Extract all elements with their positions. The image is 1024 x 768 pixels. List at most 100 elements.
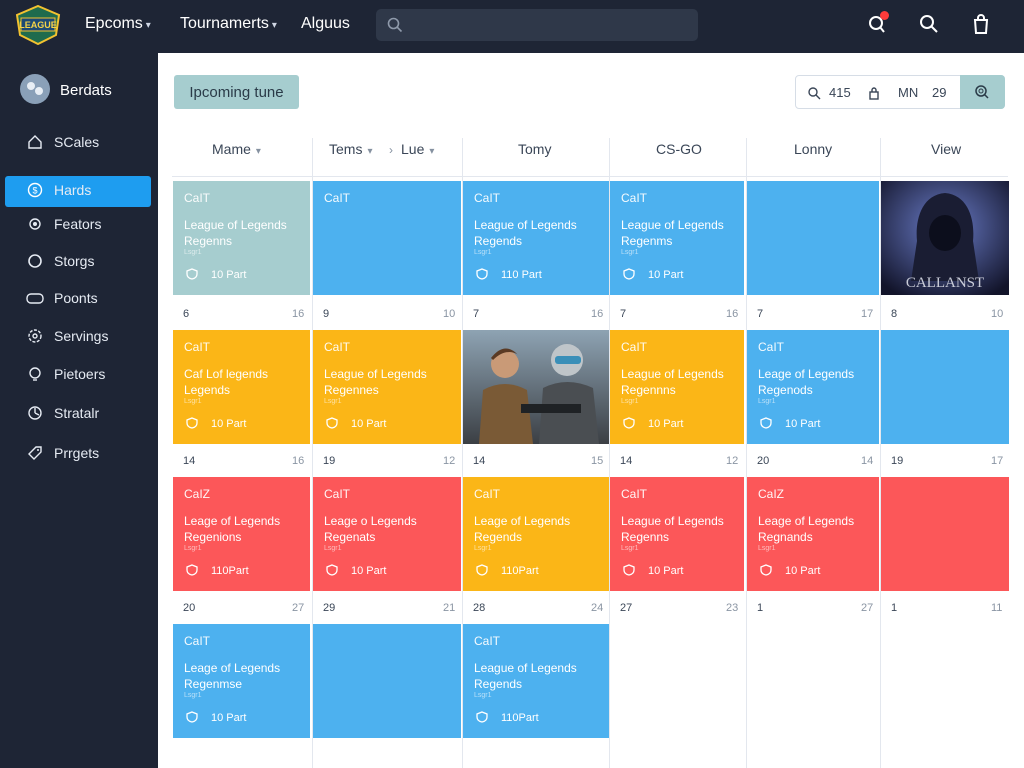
event-title: CaIT — [184, 634, 211, 648]
sidebar-item-prrgets[interactable]: Prrgets — [26, 441, 99, 465]
day-number-end: 14 — [861, 455, 874, 467]
avatar[interactable] — [20, 74, 50, 104]
event-region: Regenms — [621, 234, 673, 248]
day-number-end: 15 — [591, 455, 604, 467]
crown-icon — [623, 417, 635, 429]
sidebar-item-label: Stratalr — [54, 405, 100, 421]
event-image-soldiers[interactable] — [463, 330, 609, 444]
event-card[interactable]: CaIZ Leage of Legends Regenions Lsgr1 110Par… — [173, 477, 310, 591]
event-game: Caf Lof legends — [184, 367, 269, 381]
grid-line — [172, 176, 1008, 177]
sidebar-item-servings[interactable]: Servings — [26, 324, 108, 348]
event-card[interactable]: CaIT League of Legends Regennes Lsgr1 10 Par… — [313, 330, 461, 444]
day-number: 9 — [323, 308, 330, 320]
day-number-end: 16 — [292, 455, 305, 467]
event-region: Regenmse — [184, 677, 243, 691]
hooded-figure-image: CALLANST — [881, 181, 1009, 295]
day-number: 14 — [473, 455, 486, 467]
search-input[interactable] — [376, 9, 698, 41]
soldiers-image — [463, 330, 609, 444]
event-participants: 10 Part — [785, 565, 821, 577]
column-header-label: View — [931, 141, 962, 157]
event-game: League of Legends — [621, 367, 724, 381]
event-card[interactable]: CaIT Leage of Legends Regends Lsgr1 110Part — [463, 477, 609, 591]
upcoming-button[interactable]: Ipcoming tune — [174, 75, 299, 109]
event-card[interactable]: CaIT Leage of Legends Regenods Lsgr1 10 Part — [747, 330, 879, 444]
day-number-end: 10 — [991, 308, 1004, 320]
event-card[interactable]: CaIT League of Legends Regends Lsgr1 110Part — [463, 624, 609, 738]
event-game: League of Legends — [474, 661, 577, 675]
filter-search-button[interactable] — [960, 75, 1005, 109]
sidebar-item-feators[interactable]: Feators — [26, 212, 101, 236]
sidebar-item-stratalr[interactable]: Stratalr — [26, 401, 99, 425]
user-icon — [27, 82, 43, 95]
tag-icon — [26, 444, 44, 462]
event-region: Regnands — [758, 530, 813, 544]
shield-icon — [186, 268, 198, 280]
bag-icon[interactable] — [970, 13, 992, 35]
event-region: Regends — [474, 677, 523, 691]
column-header-lonny[interactable]: Lonny — [794, 141, 832, 157]
circle-icon — [26, 252, 44, 270]
event-subtext: Lsgr1 — [474, 249, 492, 256]
nav-epcoms[interactable]: Epcoms ▾ — [85, 15, 151, 33]
event-region: Regends — [474, 234, 523, 248]
event-title: CaIT — [474, 487, 501, 501]
column-header-tomy[interactable]: Tomy — [518, 141, 551, 157]
event-region: Regenns — [184, 234, 233, 248]
event-game: Leage of Legends — [758, 514, 855, 528]
search-icon[interactable] — [918, 13, 940, 35]
sidebar-item-scales[interactable]: SCales — [26, 130, 99, 154]
event-subtext: Lsgr1 — [324, 398, 342, 405]
event-title: CaIZ — [184, 487, 211, 501]
event-participants: 10 Part — [351, 565, 387, 577]
chevron-down-icon: ▾ — [145, 20, 151, 31]
chevron-down-icon: ▾ — [271, 20, 277, 31]
sidebar-item-label: Storgs — [54, 253, 95, 269]
column-header-name[interactable]: Mame ▾ — [212, 141, 261, 157]
event-region: Regennns — [621, 383, 676, 397]
nav-alguus[interactable]: Alguus — [301, 15, 350, 33]
day-number: 27 — [620, 602, 633, 614]
sidebar-item-poonts[interactable]: Poonts — [26, 286, 98, 310]
event-card[interactable]: CaIT League of Legends Regenns Lsgr1 10 Part — [173, 181, 310, 295]
sidebar-item-storgs[interactable]: Storgs — [26, 249, 94, 273]
column-header-csgo[interactable]: CS-GO — [656, 141, 702, 157]
event-card[interactable]: CaIT League of Legends Regenns Lsgr1 10 Part — [610, 477, 744, 591]
event-card[interactable] — [881, 477, 1009, 591]
event-title: CaIZ — [758, 487, 785, 501]
column-header-label: Tomy — [518, 141, 552, 157]
event-card[interactable] — [881, 330, 1009, 444]
event-card[interactable]: CaIZ Leage of Legends Regnands Lsgr1 10 Part — [747, 477, 879, 591]
sidebar-item-hards[interactable]: $ Hards — [26, 178, 91, 202]
sidebar-item-label: Feators — [54, 216, 102, 232]
sidebar-item-pietoers[interactable]: Pietoers — [26, 362, 105, 386]
column-header-tems[interactable]: Tems ▾ — [329, 141, 372, 157]
day-number: 7 — [757, 308, 764, 320]
day-number: 29 — [323, 602, 336, 614]
nav-tournaments[interactable]: Tournamerts ▾ — [180, 15, 277, 33]
shield-icon — [476, 564, 488, 576]
nav-epcoms-label: Epcoms — [85, 15, 143, 32]
logo-icon[interactable]: LEAGUE — [15, 5, 61, 45]
settings-icon — [26, 327, 44, 345]
column-header-lue[interactable]: › Lue ▾ — [389, 141, 434, 157]
event-card[interactable] — [313, 624, 461, 738]
event-card[interactable]: CaIT Leage o Legends Regenats Lsgr1 10 Part — [313, 477, 461, 591]
event-card[interactable]: CaIT Leage of Legends Regenmse Lsgr1 10 Part — [173, 624, 310, 738]
shield-icon — [186, 417, 198, 429]
event-card[interactable]: CaIT League of Legends Regends Lsgr1 110 Par… — [463, 181, 609, 295]
shield-icon — [476, 711, 488, 723]
day-number-end: 23 — [726, 602, 739, 614]
column-header-view[interactable]: View — [931, 141, 961, 157]
event-card[interactable]: CaIT — [313, 181, 461, 295]
event-card[interactable]: CaIT League of Legends Regennns Lsgr1 10 Par… — [610, 330, 744, 444]
event-subtext: Lsgr1 — [184, 692, 202, 699]
event-participants: 110Part — [501, 565, 539, 577]
event-card[interactable] — [747, 181, 879, 295]
event-card[interactable]: CaIT League of Legends Regenms Lsgr1 10 Part — [610, 181, 744, 295]
event-title: CaIT — [758, 340, 785, 354]
event-card[interactable]: CaIT Caf Lof legends Legends Lsgr1 10 Part — [173, 330, 310, 444]
event-image-hooded[interactable]: CALLANST — [881, 181, 1009, 295]
chevron-down-icon: ▾ — [367, 146, 373, 157]
